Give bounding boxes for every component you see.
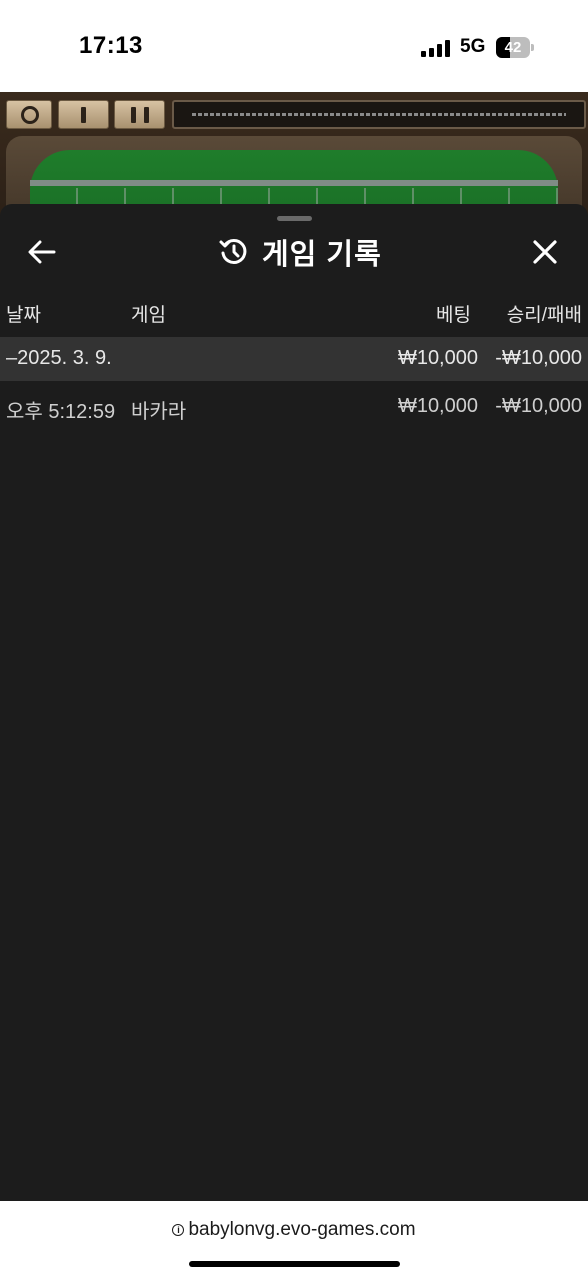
- sheet-drag-handle[interactable]: [277, 216, 312, 221]
- row-result: -₩10,000: [495, 395, 582, 417]
- game-control-pause-button[interactable]: [114, 100, 165, 129]
- back-button[interactable]: [26, 237, 58, 267]
- header-date: 날짜: [6, 305, 41, 326]
- game-history-sheet: 게임 기록 날짜 게임 베팅 승리/패배 –2025. 3. 9. ₩10,00…: [0, 204, 588, 1201]
- url-text: babylonvg.evo-games.com: [188, 1219, 416, 1240]
- url-text-wrap[interactable]: i babylonvg.evo-games.com: [0, 1219, 588, 1241]
- row-game: 바카라: [131, 401, 187, 423]
- battery-icon: 42: [496, 37, 534, 58]
- home-indicator[interactable]: [189, 1261, 400, 1267]
- table-header: 날짜 게임 베팅 승리/패배: [0, 300, 588, 336]
- header-bet: 베팅: [436, 305, 471, 326]
- table-row[interactable]: 오후 5:12:59 바카라 ₩10,000 -₩10,000: [0, 385, 588, 429]
- cellular-signal-icon: [421, 39, 451, 57]
- status-time: 17:13: [79, 32, 143, 59]
- network-type: 5G: [460, 36, 486, 57]
- sheet-title: 게임 기록: [262, 239, 382, 271]
- close-button[interactable]: [529, 236, 561, 268]
- status-bar: 17:13 5G 42: [0, 0, 588, 92]
- row-time: 오후 5:12:59: [6, 401, 116, 423]
- header-game: 게임: [131, 305, 166, 326]
- arrow-left-icon: [28, 240, 56, 264]
- header-result: 승리/패배: [506, 305, 582, 326]
- info-icon: i: [172, 1224, 185, 1236]
- close-icon: [533, 240, 557, 264]
- browser-url-bar[interactable]: i babylonvg.evo-games.com: [0, 1201, 588, 1280]
- game-progress-bar: [172, 100, 586, 129]
- sheet-header: 게임 기록: [218, 232, 382, 272]
- circle-icon: [21, 106, 39, 124]
- row-bet: ₩10,000: [397, 395, 478, 417]
- group-date: –2025. 3. 9.: [6, 347, 112, 369]
- group-result-total: -₩10,000: [495, 347, 582, 369]
- group-bet-total: ₩10,000: [397, 347, 478, 369]
- date-group-row[interactable]: –2025. 3. 9. ₩10,000 -₩10,000: [0, 337, 588, 381]
- game-control-circle-button[interactable]: [6, 100, 52, 129]
- battery-level: 42: [504, 39, 522, 56]
- history-icon: [219, 238, 247, 264]
- game-control-single-bar-button[interactable]: [58, 100, 109, 129]
